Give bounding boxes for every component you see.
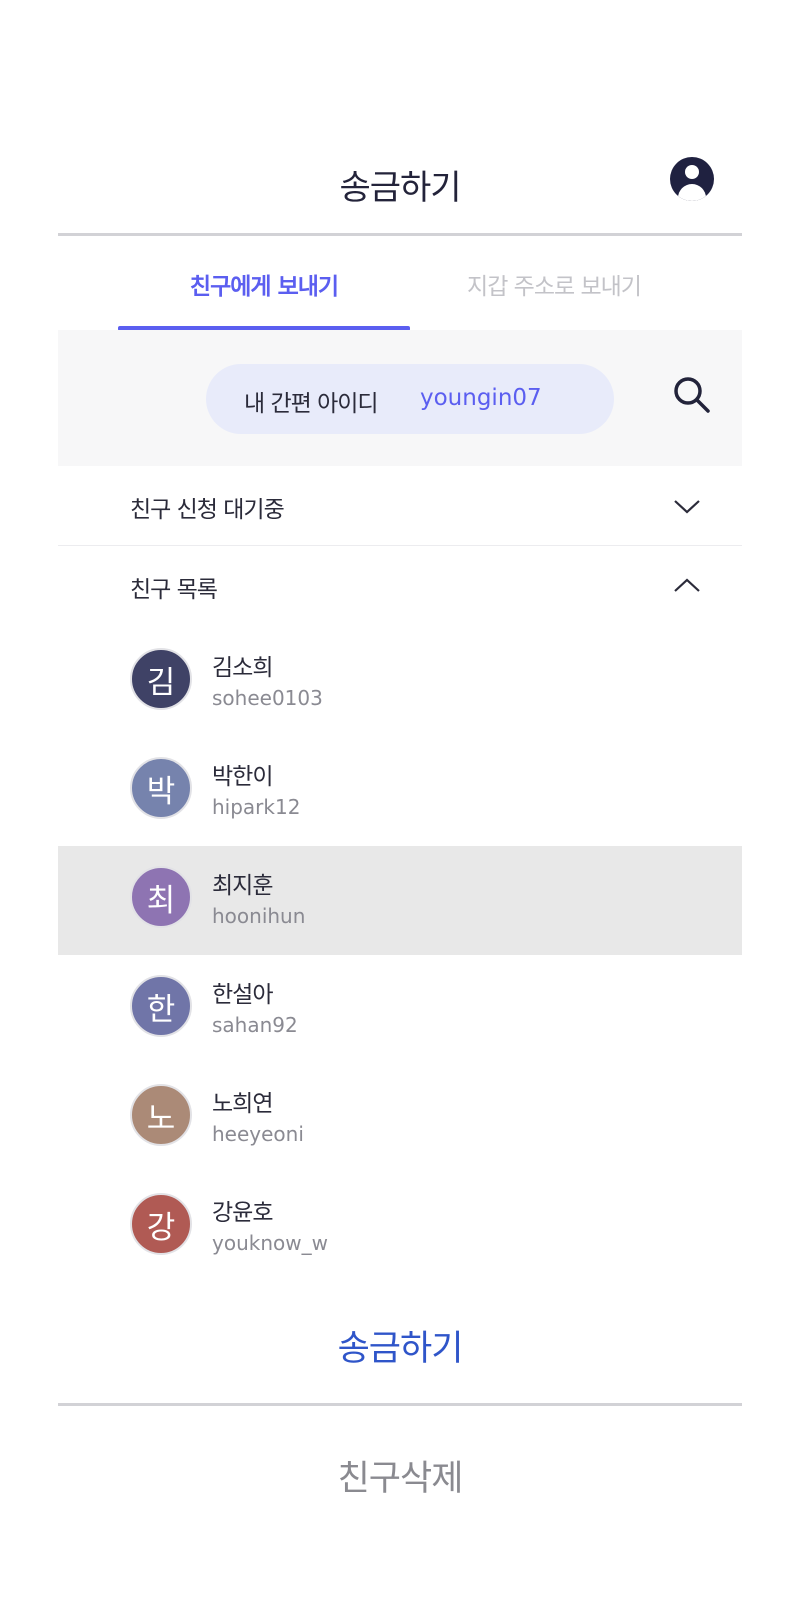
- friend-avatar: 한: [130, 975, 192, 1037]
- chevron-down-icon: [674, 500, 700, 514]
- friend-row[interactable]: 최 최지훈 hoonihun: [58, 846, 742, 955]
- friend-id: hoonihun: [212, 904, 306, 928]
- friend-row[interactable]: 한 한설아 sahan92: [58, 955, 742, 1064]
- friend-avatar: 강: [130, 1193, 192, 1255]
- page-title: 송금하기: [339, 168, 461, 208]
- chevron-up-icon: [674, 578, 700, 592]
- friend-name: 최지훈: [212, 873, 273, 899]
- friend-id: youknow_w: [212, 1231, 328, 1255]
- friend-name: 박한이: [212, 764, 273, 790]
- delete-friend-button[interactable]: 친구삭제: [58, 1420, 742, 1530]
- friend-name: 한설아: [212, 982, 273, 1008]
- friend-list-section[interactable]: 친구 목록: [58, 546, 742, 626]
- friend-id: sohee0103: [212, 686, 323, 710]
- friend-avatar: 노: [130, 1084, 192, 1146]
- friend-id: heeyeoni: [212, 1122, 304, 1146]
- friend-row[interactable]: 노 노희연 heeyeoni: [58, 1064, 742, 1173]
- friend-id: sahan92: [212, 1013, 298, 1037]
- easy-id-panel: 내 간편 아이디 youngin07: [58, 330, 742, 466]
- friend-avatar: 박: [130, 757, 192, 819]
- friend-row[interactable]: 김 김소희 sohee0103: [58, 628, 742, 737]
- easy-id-label: 내 간편 아이디: [244, 391, 379, 417]
- send-tabs: 친구에게 보내기 지갑 주소로 보내기: [58, 236, 742, 332]
- friend-list-label: 친구 목록: [130, 577, 218, 603]
- account-body: [678, 184, 706, 201]
- account-head: [685, 165, 699, 179]
- account-circle-icon[interactable]: [670, 157, 714, 201]
- search-icon[interactable]: [672, 375, 712, 415]
- tab-send-to-friend[interactable]: 친구에게 보내기: [118, 236, 410, 332]
- friend-name: 노희연: [212, 1091, 273, 1117]
- page-header: 송금하기: [58, 140, 742, 236]
- easy-id-pill: 내 간편 아이디 youngin07: [206, 364, 614, 434]
- friend-id: hipark12: [212, 795, 301, 819]
- tab-send-to-wallet-address[interactable]: 지갑 주소로 보내기: [408, 236, 700, 332]
- friend-name: 김소희: [212, 655, 273, 681]
- friend-avatar: 김: [130, 648, 192, 710]
- friend-row[interactable]: 강 강윤호 youknow_w: [58, 1173, 742, 1282]
- friend-list: 김 김소희 sohee0103 박 박한이 hipark12 최 최지훈 hoo…: [58, 628, 742, 1282]
- pending-requests-section[interactable]: 친구 신청 대기중: [58, 466, 742, 546]
- pending-requests-label: 친구 신청 대기중: [130, 497, 285, 523]
- easy-id-value: youngin07: [420, 385, 542, 411]
- friend-row[interactable]: 박 박한이 hipark12: [58, 737, 742, 846]
- friend-avatar: 최: [130, 866, 192, 928]
- send-money-button[interactable]: 송금하기: [58, 1300, 742, 1406]
- friend-name: 강윤호: [212, 1200, 273, 1226]
